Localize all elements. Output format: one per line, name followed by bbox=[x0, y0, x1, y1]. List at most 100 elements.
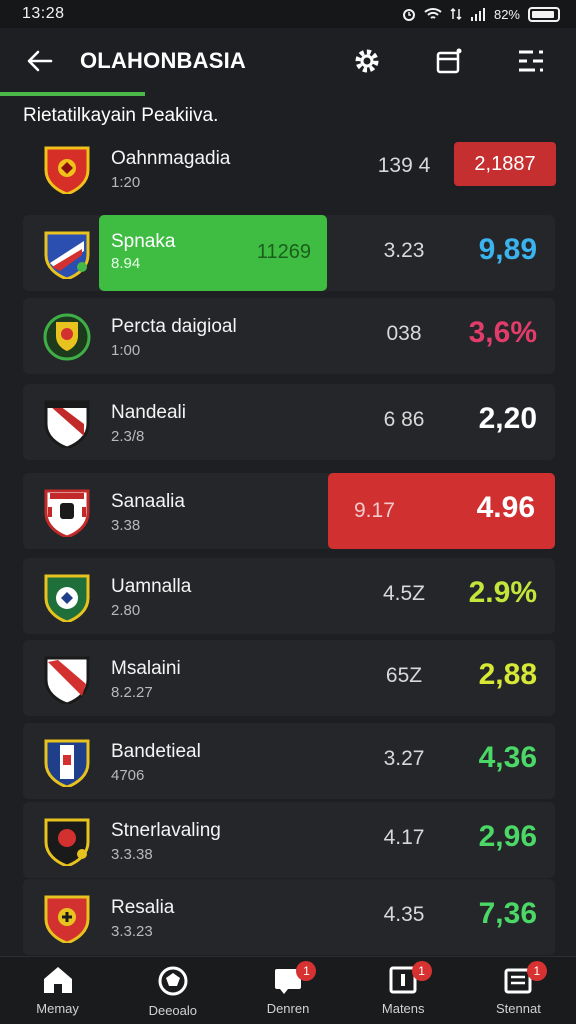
app-actions bbox=[326, 28, 572, 94]
club-crest-icon bbox=[44, 146, 90, 194]
list-item[interactable]: Percta daigioal 1:00 038 3,6% bbox=[23, 298, 555, 374]
back-button[interactable] bbox=[0, 28, 80, 94]
club-crest-icon bbox=[44, 231, 90, 279]
section-title: Rietatilkayain Peakiiva. bbox=[23, 105, 219, 126]
team-name: Spnaka bbox=[111, 231, 176, 252]
app-bar: OLAHONBASIA bbox=[0, 28, 576, 94]
club-crest-icon bbox=[44, 818, 90, 866]
odds-main[interactable]: 2,88 bbox=[479, 658, 537, 692]
filter-button[interactable] bbox=[490, 28, 572, 94]
team-name: Percta daigioal bbox=[111, 316, 237, 337]
club-crest-icon bbox=[44, 574, 90, 622]
match-time: 2.80 bbox=[111, 602, 141, 619]
list-item[interactable]: Oahnmagadia 1:20 139 4 2,1887 bbox=[23, 130, 556, 206]
status-time: 13:28 bbox=[22, 5, 65, 22]
team-name: Msalaini bbox=[111, 658, 181, 679]
club-crest-icon bbox=[44, 739, 90, 787]
match-time: 4706 bbox=[111, 767, 145, 784]
odds-value[interactable]: 3.27 bbox=[361, 747, 447, 771]
notification-badge: 1 bbox=[296, 961, 317, 981]
status-bar: 13:28 82% bbox=[0, 0, 576, 28]
odds-highlight[interactable]: 2,1887 bbox=[454, 142, 556, 186]
selected-odds[interactable]: 9.17 4.96 bbox=[328, 473, 555, 549]
nav-item-info[interactable]: 1 Matens bbox=[346, 957, 461, 1024]
team-name: Uamnalla bbox=[111, 576, 192, 597]
notification-badge: 1 bbox=[526, 961, 547, 981]
match-time: 2.3/8 bbox=[111, 428, 145, 445]
tab-indicator bbox=[0, 92, 145, 96]
settings-button[interactable] bbox=[326, 28, 408, 94]
page-title: OLAHONBASIA bbox=[80, 48, 246, 73]
nav-label: Denren bbox=[266, 1001, 310, 1016]
arrow-left-icon bbox=[27, 50, 53, 72]
odds-main[interactable]: 2.9% bbox=[469, 576, 537, 610]
team-name: Bandetieal bbox=[111, 741, 201, 762]
list-item[interactable]: Msalaini 8.2.27 65Z 2,88 bbox=[23, 640, 555, 716]
match-time: 3.3.38 bbox=[111, 846, 153, 863]
status-icons: 82% bbox=[402, 6, 560, 22]
filter-icon bbox=[519, 50, 543, 72]
signal-icon bbox=[470, 8, 485, 21]
list-item[interactable]: Sanaalia 3.38 9.17 4.96 bbox=[23, 473, 555, 549]
odds-value[interactable]: 3.23 bbox=[361, 239, 447, 263]
nav-item-matches[interactable]: Deeoalo bbox=[115, 957, 230, 1024]
match-time: 8.94 bbox=[111, 255, 141, 272]
team-name: Resalia bbox=[111, 897, 175, 918]
club-crest-icon bbox=[44, 895, 90, 943]
calendar-icon bbox=[436, 48, 462, 74]
calendar-button[interactable] bbox=[408, 28, 490, 94]
wifi-icon bbox=[424, 8, 442, 19]
odds-value[interactable]: 4.17 bbox=[361, 826, 447, 850]
odds-main[interactable]: 2,96 bbox=[479, 820, 537, 854]
odds-main[interactable]: 2,20 bbox=[479, 402, 537, 436]
bottom-nav: Memay Deeoalo 1 Denren 1 Matens 1 Stenna… bbox=[0, 956, 576, 1024]
odds-value[interactable]: 4.5Z bbox=[361, 582, 447, 606]
nav-item-chat[interactable]: 1 Denren bbox=[230, 957, 345, 1024]
odds-value[interactable]: 139 4 bbox=[361, 154, 447, 178]
nav-label: Stennat bbox=[496, 1001, 541, 1016]
odds-value[interactable]: 4.35 bbox=[361, 903, 447, 927]
match-time: 1:00 bbox=[111, 342, 141, 359]
list-item[interactable]: Bandetieal 4706 3.27 4,36 bbox=[23, 723, 555, 799]
list-item[interactable]: Spnaka 8.94 11269 3.23 9,89 bbox=[23, 215, 555, 291]
nav-item-list[interactable]: 1 Stennat bbox=[461, 957, 576, 1024]
club-crest-icon bbox=[44, 656, 90, 704]
match-time: 1:20 bbox=[111, 174, 141, 191]
team-name: Stnerlavaling bbox=[111, 820, 221, 841]
list-item[interactable]: Resalia 3.3.23 4.35 7,36 bbox=[23, 879, 555, 955]
gear-icon bbox=[355, 49, 379, 73]
data-icon bbox=[450, 7, 462, 21]
team-name: Sanaalia bbox=[111, 491, 185, 512]
nav-item-home[interactable]: Memay bbox=[0, 957, 115, 1024]
club-crest-icon bbox=[43, 313, 91, 361]
team-name: Nandeali bbox=[111, 402, 186, 423]
odds-value: 11269 bbox=[256, 241, 311, 263]
selected-odds[interactable]: Spnaka 8.94 11269 bbox=[99, 215, 327, 291]
team-name: Oahnmagadia bbox=[111, 148, 231, 169]
list-item[interactable]: Stnerlavaling 3.3.38 4.17 2,96 bbox=[23, 802, 555, 878]
nav-label: Matens bbox=[381, 1001, 425, 1016]
nav-label: Deeoalo bbox=[148, 1003, 198, 1018]
odds-value: 9.17 bbox=[354, 499, 395, 522]
match-time: 3.3.23 bbox=[111, 923, 153, 940]
odds-main[interactable]: 4,36 bbox=[479, 741, 537, 775]
odds-main: 4.96 bbox=[476, 491, 535, 524]
odds-value[interactable]: 65Z bbox=[361, 664, 447, 688]
ball-icon bbox=[158, 966, 188, 996]
list-item[interactable]: Uamnalla 2.80 4.5Z 2.9% bbox=[23, 558, 555, 634]
list-item[interactable]: Nandeali 2.3/8 6 86 2,20 bbox=[23, 384, 555, 460]
odds-value[interactable]: 038 bbox=[361, 322, 447, 346]
battery-percent: 82% bbox=[493, 6, 520, 22]
nav-label: Memay bbox=[36, 1001, 79, 1016]
alarm-icon bbox=[402, 9, 415, 21]
match-time: 8.2.27 bbox=[111, 684, 153, 701]
match-time: 3.38 bbox=[111, 517, 141, 534]
club-crest-icon bbox=[44, 400, 90, 448]
odds-main[interactable]: 9,89 bbox=[479, 233, 537, 267]
odds-main[interactable]: 7,36 bbox=[479, 897, 537, 931]
club-crest-icon bbox=[44, 489, 90, 537]
notification-badge: 1 bbox=[411, 961, 432, 981]
odds-value[interactable]: 6 86 bbox=[361, 408, 447, 432]
battery-icon bbox=[528, 6, 560, 22]
odds-main[interactable]: 3,6% bbox=[469, 316, 537, 350]
